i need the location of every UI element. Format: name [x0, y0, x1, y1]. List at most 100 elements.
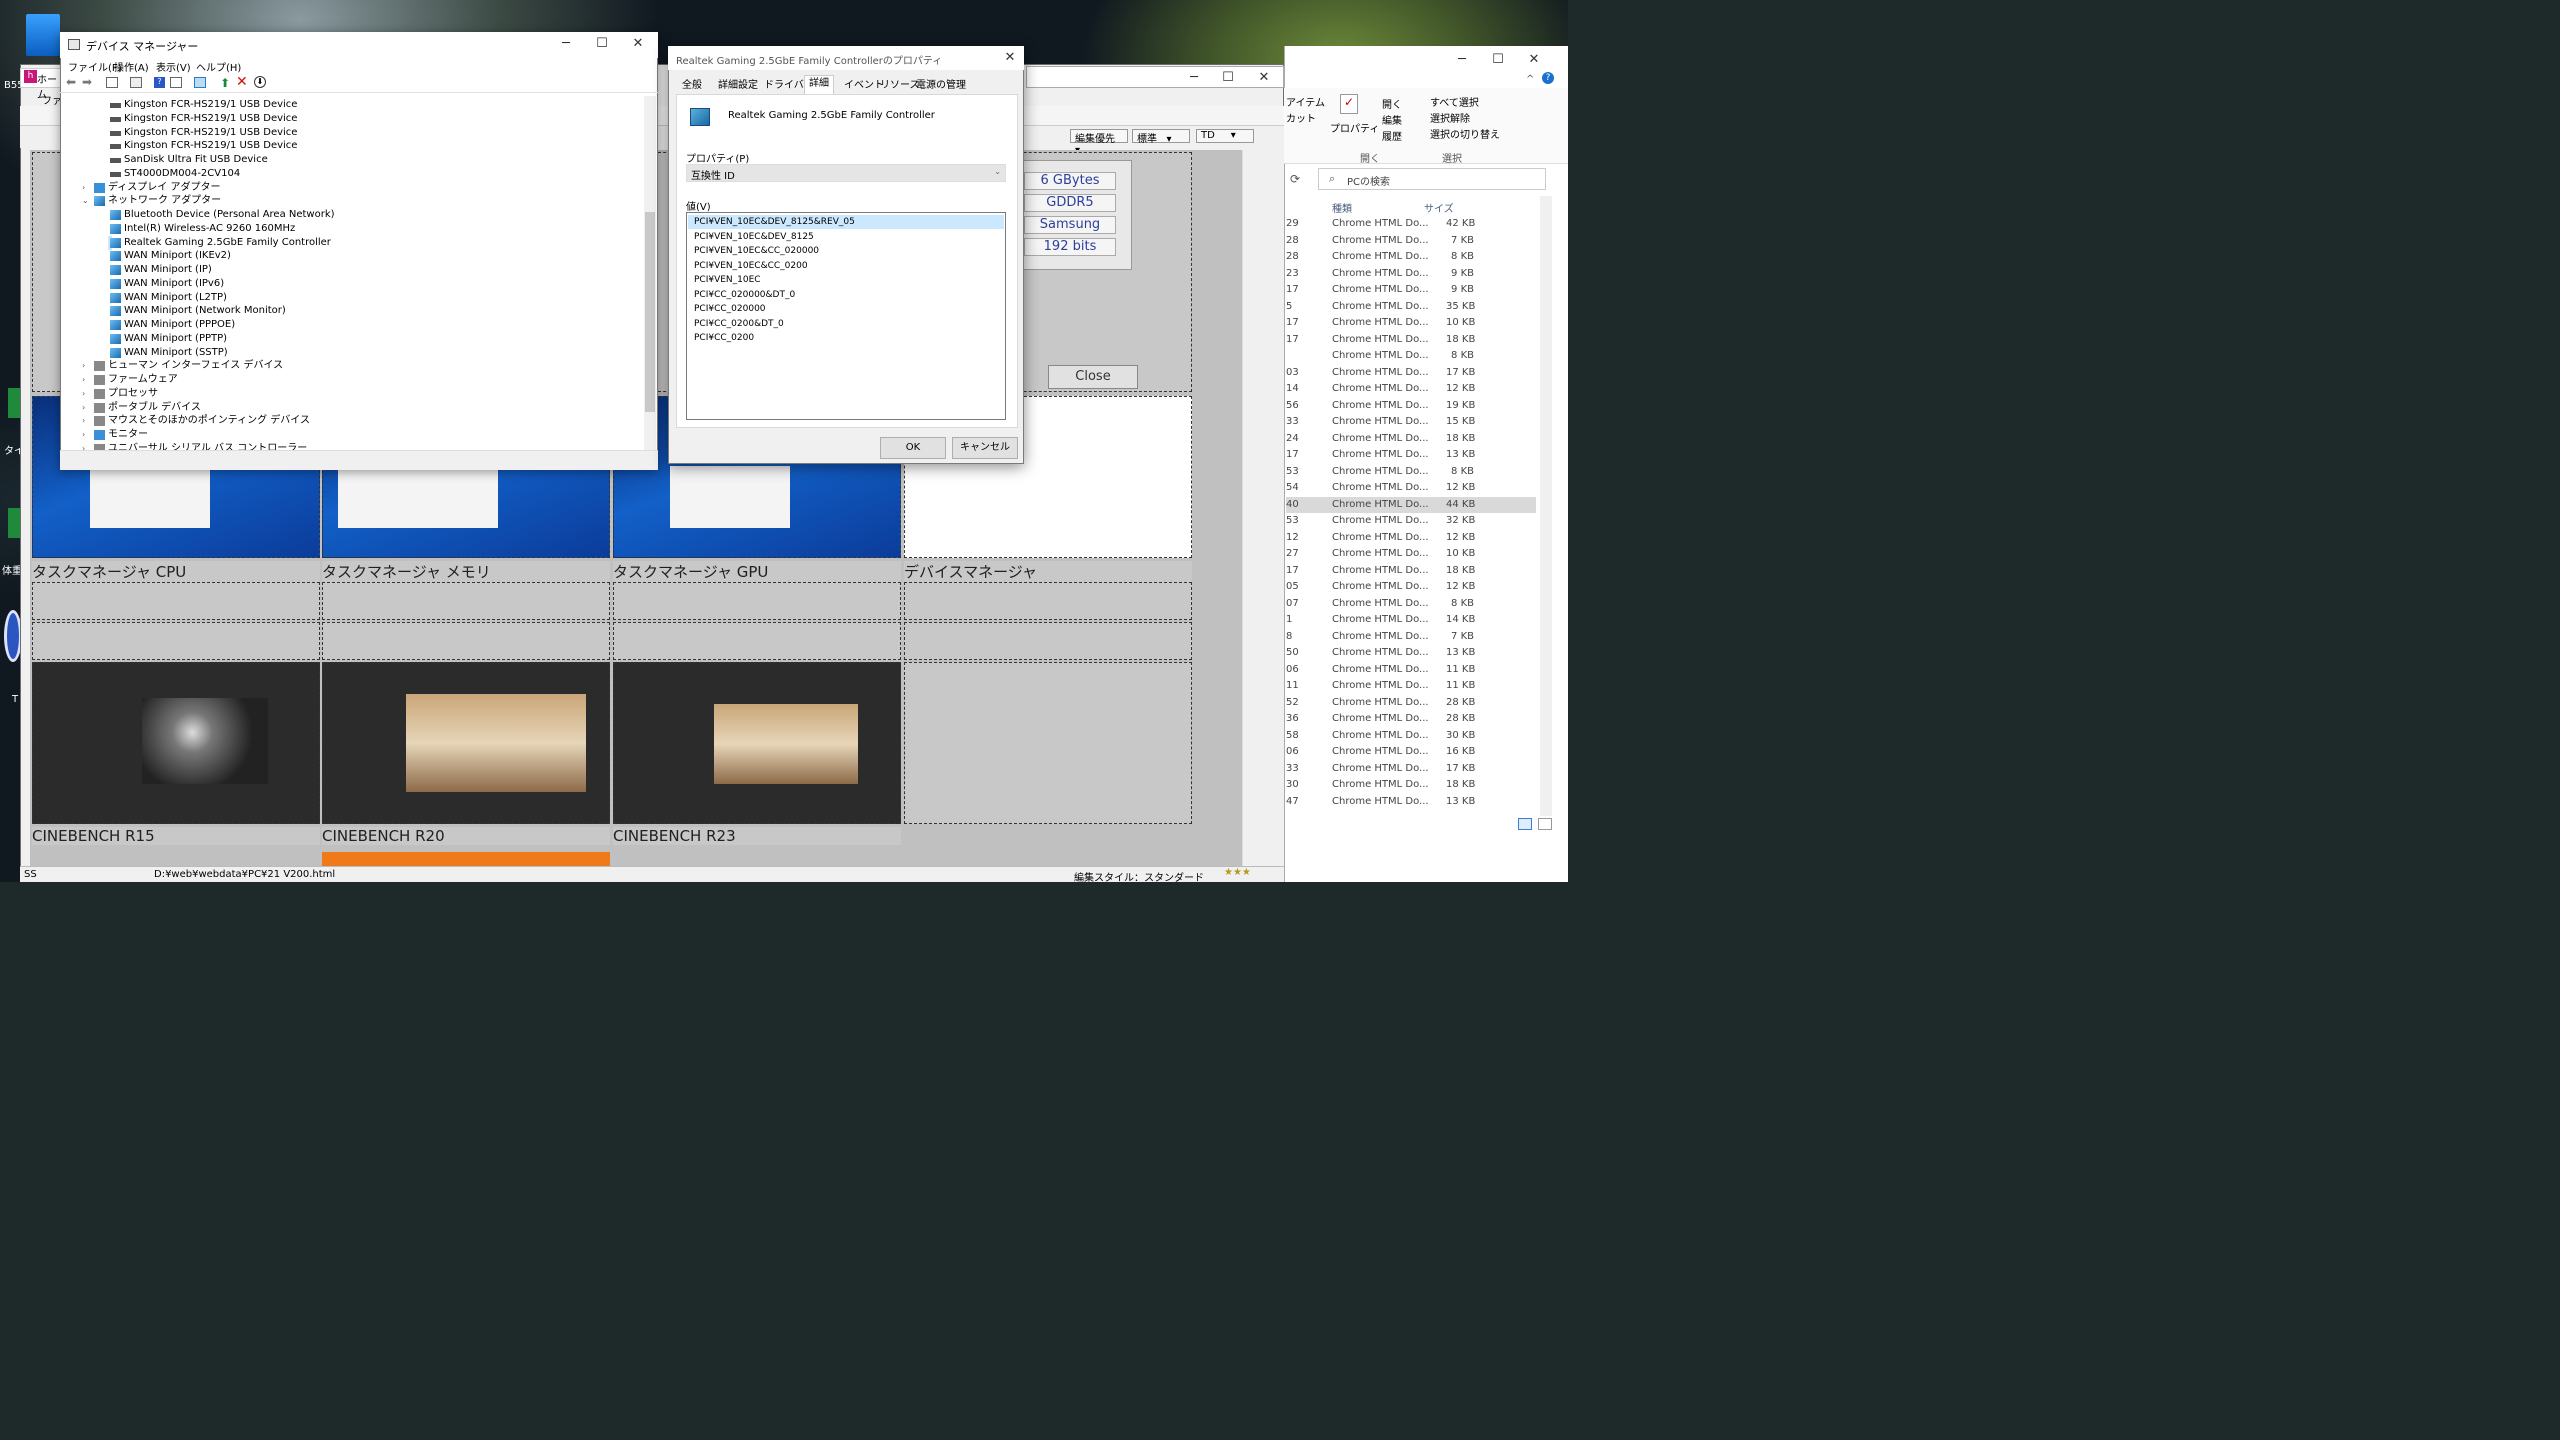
device-manager-titlebar[interactable]: デバイス マネージャー ─ ☐ ✕: [60, 32, 658, 58]
file-row[interactable]: 06 Chrome HTML Do... 16 KB: [1286, 744, 1536, 760]
property-select[interactable]: 互換性 ID ⌄: [686, 164, 1006, 182]
scan-hardware-icon[interactable]: [194, 77, 206, 88]
file-row[interactable]: 17 Chrome HTML Do... 18 KB: [1286, 563, 1536, 579]
update-driver-icon[interactable]: ⬆: [220, 76, 230, 90]
download-icon[interactable]: ⬇: [254, 76, 266, 88]
chevron-right-icon[interactable]: ›: [82, 401, 90, 415]
tab-3[interactable]: 詳細: [804, 75, 834, 95]
close-icon[interactable]: ✕: [628, 36, 648, 51]
value-list-item[interactable]: PCI¥VEN_10EC&DEV_8125&REV_05: [688, 215, 1004, 229]
file-row[interactable]: 47 Chrome HTML Do... 13 KB: [1286, 794, 1536, 810]
ribbon-edit[interactable]: 編集: [1382, 112, 1402, 127]
file-row[interactable]: 23 Chrome HTML Do... 9 KB: [1286, 266, 1536, 282]
device-tree-scrollbar[interactable]: [644, 96, 656, 450]
value-list-item[interactable]: PCI¥VEN_10EC: [688, 273, 1004, 287]
file-row[interactable]: 17 Chrome HTML Do... 18 KB: [1286, 332, 1536, 348]
file-row[interactable]: 33 Chrome HTML Do... 15 KB: [1286, 414, 1536, 430]
chevron-right-icon[interactable]: ›: [82, 442, 90, 450]
file-row[interactable]: 53 Chrome HTML Do... 8 KB: [1286, 464, 1536, 480]
file-row[interactable]: 30 Chrome HTML Do... 18 KB: [1286, 777, 1536, 793]
editor-menu-file[interactable]: ファ: [42, 92, 62, 107]
properties-icon[interactable]: [130, 77, 142, 88]
column-header-size[interactable]: サイズ: [1424, 200, 1454, 215]
ok-button[interactable]: OK: [880, 437, 946, 459]
tiles-view-icon[interactable]: [1538, 818, 1552, 830]
td-dropdown[interactable]: TD ▾: [1196, 129, 1254, 143]
layout-cell[interactable]: [613, 622, 901, 660]
properties-titlebar[interactable]: Realtek Gaming 2.5GbE Family Controllerの…: [668, 46, 1024, 70]
value-list-item[interactable]: PCI¥CC_020000: [688, 302, 1004, 316]
file-row[interactable]: 53 Chrome HTML Do... 32 KB: [1286, 513, 1536, 529]
maximize-icon[interactable]: ☐: [592, 36, 612, 51]
forward-arrow-icon[interactable]: ➡: [82, 75, 92, 89]
close-icon[interactable]: ✕: [1000, 50, 1020, 65]
value-list-item[interactable]: PCI¥VEN_10EC&CC_0200: [688, 259, 1004, 273]
standard-dropdown[interactable]: 標準 ▾: [1132, 129, 1190, 145]
help-icon[interactable]: ?: [154, 77, 165, 88]
help-icon[interactable]: ?: [1542, 72, 1554, 84]
file-row[interactable]: 28 Chrome HTML Do... 8 KB: [1286, 249, 1536, 265]
value-list-item[interactable]: PCI¥CC_0200: [688, 331, 1004, 345]
ribbon-items[interactable]: アイテム: [1286, 94, 1325, 109]
file-row[interactable]: 50 Chrome HTML Do... 13 KB: [1286, 645, 1536, 661]
chevron-right-icon[interactable]: ›: [82, 181, 90, 195]
tab-6[interactable]: 電源の管理: [912, 78, 970, 94]
green-app-icon[interactable]: [8, 388, 20, 418]
ribbon-properties[interactable]: プロパティ: [1330, 120, 1379, 135]
menu-action[interactable]: 操作(A): [114, 59, 149, 74]
device-tree-item[interactable]: Realtek Gaming 2.5GbE Family Controller: [108, 235, 331, 250]
menu-view[interactable]: 表示(V): [156, 59, 191, 74]
layout-cell[interactable]: [322, 582, 610, 620]
layout-cell[interactable]: [32, 622, 320, 660]
device-tree[interactable]: Kingston FCR-HS219/1 USB Device Kingston …: [62, 96, 644, 450]
file-row[interactable]: 36 Chrome HTML Do... 28 KB: [1286, 711, 1536, 727]
minimize-icon[interactable]: ─: [1452, 52, 1472, 67]
file-row[interactable]: 58 Chrome HTML Do... 30 KB: [1286, 728, 1536, 744]
edit-priority-dropdown[interactable]: 編集優先 ▾: [1070, 129, 1128, 156]
file-row[interactable]: 11 Chrome HTML Do... 11 KB: [1286, 678, 1536, 694]
show-hide-console-icon[interactable]: [106, 77, 118, 88]
file-row[interactable]: 5 Chrome HTML Do... 35 KB: [1286, 299, 1536, 315]
cancel-button[interactable]: キャンセル: [952, 437, 1018, 459]
value-list-item[interactable]: PCI¥VEN_10EC&DEV_8125: [688, 230, 1004, 244]
computer-icon[interactable]: [26, 14, 60, 56]
ribbon-select-all[interactable]: すべて選択: [1430, 94, 1479, 109]
chevron-right-icon[interactable]: ›: [82, 373, 90, 387]
value-list-item[interactable]: PCI¥VEN_10EC&CC_020000: [688, 244, 1004, 258]
file-row[interactable]: 12 Chrome HTML Do... 12 KB: [1286, 530, 1536, 546]
close-icon[interactable]: ✕: [1524, 52, 1544, 67]
minimize-icon[interactable]: ─: [1184, 70, 1204, 85]
chevron-right-icon[interactable]: ›: [82, 387, 90, 401]
menu-help[interactable]: ヘルプ(H): [196, 59, 241, 74]
value-list[interactable]: PCI¥VEN_10EC&DEV_8125&REV_05 PCI¥VEN_10EC…: [686, 212, 1006, 420]
file-row[interactable]: 17 Chrome HTML Do... 10 KB: [1286, 315, 1536, 331]
file-row[interactable]: 17 Chrome HTML Do... 9 KB: [1286, 282, 1536, 298]
scrollbar-thumb[interactable]: [645, 212, 655, 412]
layout-cell[interactable]: [613, 582, 901, 620]
file-row[interactable]: Chrome HTML Do... 8 KB: [1286, 348, 1536, 364]
layout-cell[interactable]: [904, 662, 1192, 824]
back-arrow-icon[interactable]: ⬅: [66, 75, 76, 89]
file-row[interactable]: 17 Chrome HTML Do... 13 KB: [1286, 447, 1536, 463]
green-app-icon-2[interactable]: [8, 508, 20, 538]
value-list-item[interactable]: PCI¥CC_020000&DT_0: [688, 288, 1004, 302]
explorer-vertical-scrollbar[interactable]: [1540, 196, 1552, 816]
file-row[interactable]: 8 Chrome HTML Do... 7 KB: [1286, 629, 1536, 645]
file-row[interactable]: 28 Chrome HTML Do... 7 KB: [1286, 233, 1536, 249]
tab-1[interactable]: 詳細設定: [714, 78, 762, 94]
explorer-search-input[interactable]: ⌕ PCの検索: [1318, 168, 1546, 190]
value-list-item[interactable]: PCI¥CC_0200&DT_0: [688, 317, 1004, 331]
ribbon-history[interactable]: 履歴: [1382, 128, 1402, 143]
ribbon-open[interactable]: 開く: [1382, 96, 1402, 111]
details-view-icon[interactable]: [1518, 818, 1532, 830]
view-icon[interactable]: [170, 77, 182, 88]
maximize-icon[interactable]: ☐: [1488, 52, 1508, 67]
close-icon[interactable]: ✕: [1254, 70, 1274, 85]
file-row[interactable]: 24 Chrome HTML Do... 18 KB: [1286, 431, 1536, 447]
ribbon-cut[interactable]: カット: [1286, 110, 1316, 125]
file-row[interactable]: 03 Chrome HTML Do... 17 KB: [1286, 365, 1536, 381]
file-row[interactable]: 54 Chrome HTML Do... 12 KB: [1286, 480, 1536, 496]
file-row[interactable]: 27 Chrome HTML Do... 10 KB: [1286, 546, 1536, 562]
uninstall-device-icon[interactable]: ✕: [236, 74, 248, 90]
maximize-icon[interactable]: ☐: [1218, 70, 1238, 85]
